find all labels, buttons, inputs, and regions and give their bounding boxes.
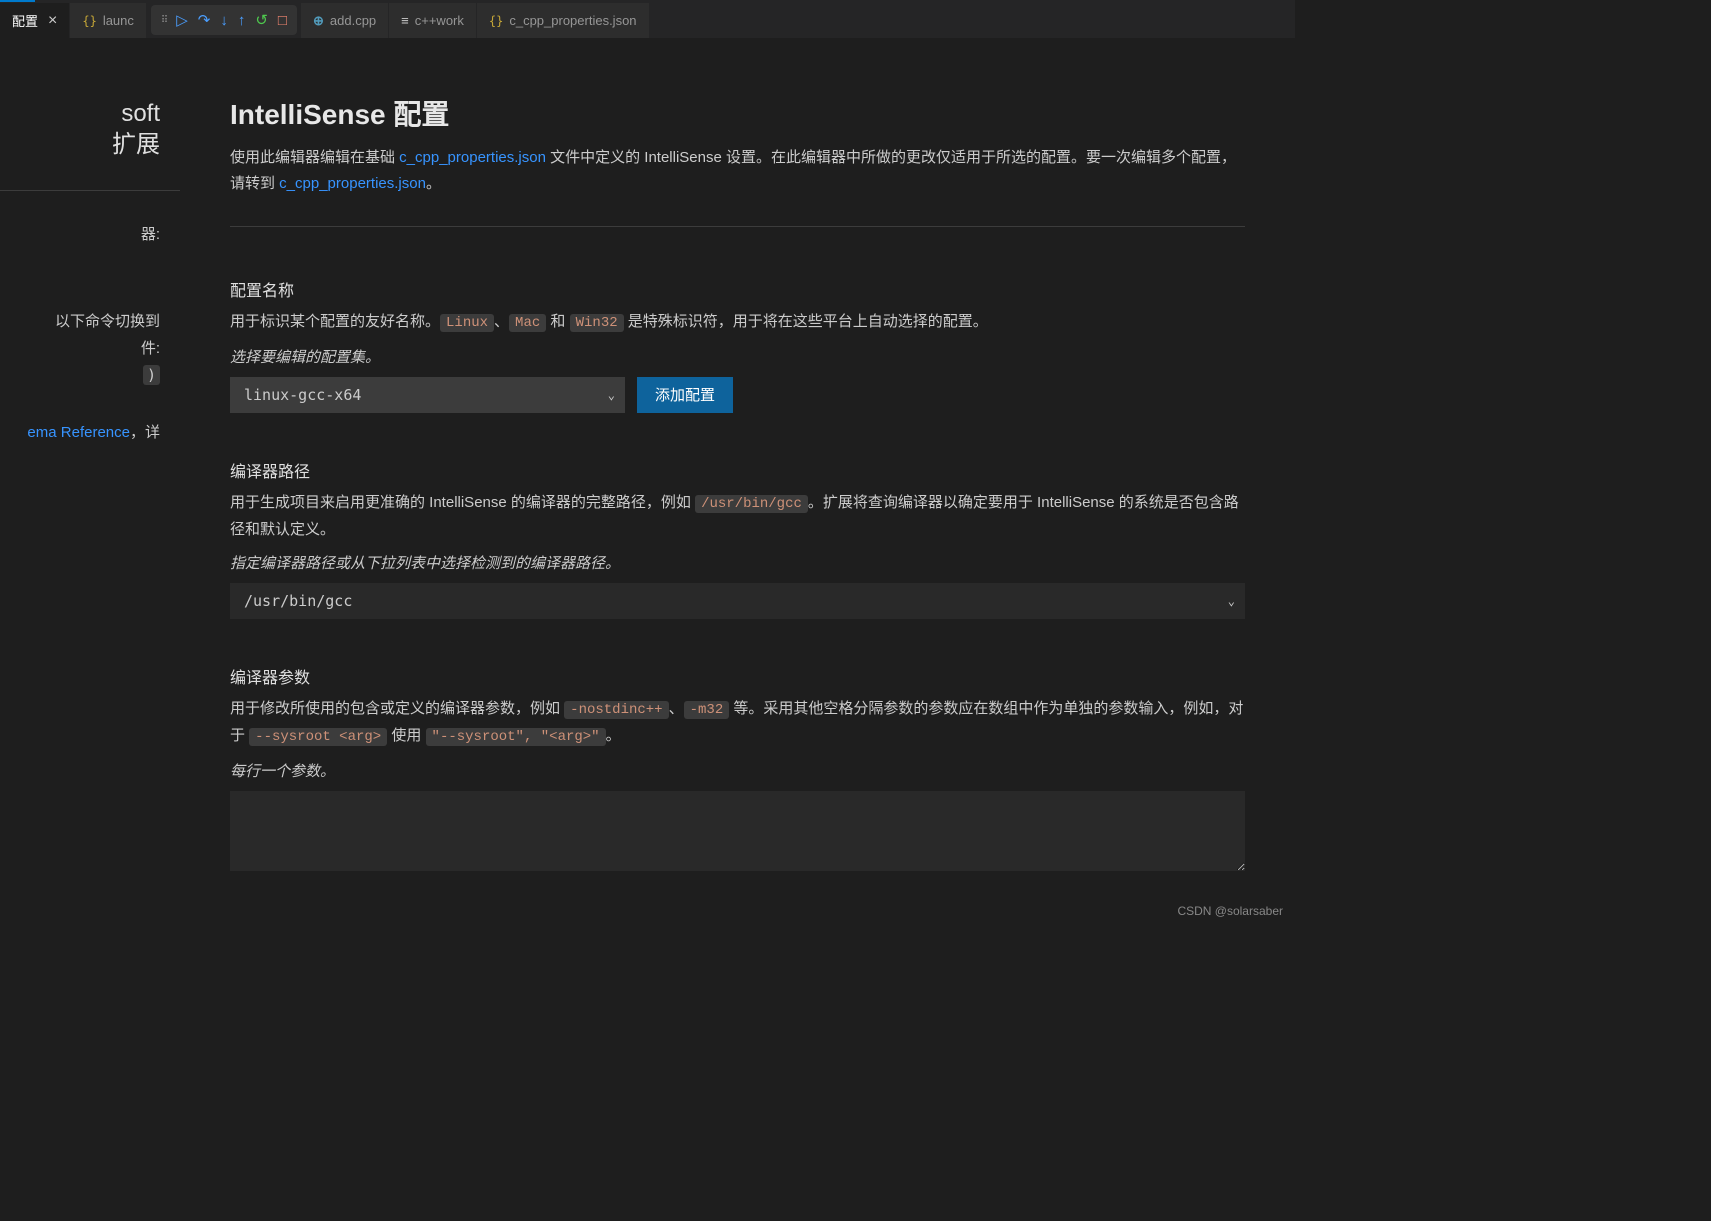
json-icon: {} bbox=[82, 14, 96, 28]
field-label: 编译器参数 bbox=[230, 664, 1245, 688]
field-hint: 指定编译器路径或从下拉列表中选择检测到的编译器路径。 bbox=[230, 552, 1245, 573]
tab-config[interactable]: 配置 × bbox=[0, 3, 70, 38]
step-over-icon[interactable]: ↷ bbox=[198, 11, 211, 29]
page-title: IntelliSense 配置 bbox=[230, 93, 1245, 133]
close-icon[interactable]: × bbox=[48, 12, 57, 30]
tab-add-cpp[interactable]: ⊕ add.cpp bbox=[301, 3, 389, 38]
tab-launch[interactable]: {} launc bbox=[70, 3, 147, 38]
stop-icon[interactable]: □ bbox=[278, 12, 287, 29]
field-label: 配置名称 bbox=[230, 277, 1245, 301]
tab-properties[interactable]: {} c_cpp_properties.json bbox=[477, 3, 650, 38]
tab-label: c_cpp_properties.json bbox=[509, 13, 636, 28]
cpp-icon: ⊕ bbox=[313, 13, 324, 29]
tab-label: 配置 bbox=[12, 11, 38, 30]
grip-icon[interactable]: ⠿ bbox=[161, 15, 166, 26]
compiler-path-section: 编译器路径 用于生成项目来启用更准确的 IntelliSense 的编译器的完整… bbox=[230, 458, 1245, 619]
config-name-section: 配置名称 用于标识某个配置的友好名称。Linux、Mac 和 Win32 是特殊… bbox=[230, 277, 1245, 413]
restart-icon[interactable]: ↺ bbox=[255, 11, 268, 29]
tab-bar: 配置 × {} launc ⠿ ▷ ↷ ↓ ↑ ↺ □ ⊕ add.cpp ≡ … bbox=[0, 3, 1295, 38]
watermark: CSDN @solarsaber bbox=[1177, 904, 1283, 918]
properties-link[interactable]: c_cpp_properties.json bbox=[399, 149, 546, 166]
step-into-icon[interactable]: ↓ bbox=[220, 12, 228, 29]
sidebar: soft 扩展 器: 以下命令切换到 件: ) ema Reference，详 bbox=[0, 38, 180, 924]
tab-label: c++work bbox=[415, 13, 464, 28]
tab-cpp-work[interactable]: ≡ c++work bbox=[389, 3, 477, 38]
step-out-icon[interactable]: ↑ bbox=[238, 12, 246, 29]
config-select[interactable]: linux-gcc-x64 ⌄ bbox=[230, 377, 625, 413]
schema-reference-link[interactable]: ema Reference bbox=[27, 424, 130, 441]
tab-label: launc bbox=[103, 13, 134, 28]
field-hint: 每行一个参数。 bbox=[230, 760, 1245, 781]
chevron-down-icon: ⌄ bbox=[608, 388, 615, 402]
field-description: 用于修改所使用的包含或定义的编译器参数，例如 -nostdinc++、-m32 … bbox=[230, 696, 1245, 750]
add-config-button[interactable]: 添加配置 bbox=[637, 377, 733, 413]
sidebar-text: 器: 以下命令切换到 件: ) ema Reference，详 bbox=[0, 221, 180, 446]
page-description: 使用此编辑器编辑在基础 c_cpp_properties.json 文件中定义的… bbox=[230, 145, 1245, 196]
compiler-path-input[interactable]: /usr/bin/gcc ⌄ bbox=[230, 583, 1245, 619]
field-hint: 选择要编辑的配置集。 bbox=[230, 346, 1245, 367]
field-label: 编译器路径 bbox=[230, 458, 1245, 482]
json-icon: {} bbox=[489, 14, 503, 28]
sidebar-heading: soft 扩展 bbox=[0, 98, 180, 160]
properties-link[interactable]: c_cpp_properties.json bbox=[279, 175, 426, 192]
chevron-down-icon: ⌄ bbox=[1228, 594, 1235, 608]
content-area: IntelliSense 配置 使用此编辑器编辑在基础 c_cpp_proper… bbox=[180, 38, 1295, 924]
field-description: 用于标识某个配置的友好名称。Linux、Mac 和 Win32 是特殊标识符，用… bbox=[230, 309, 1245, 336]
compiler-args-textarea[interactable] bbox=[230, 791, 1245, 871]
tab-label: add.cpp bbox=[330, 13, 376, 28]
continue-icon[interactable]: ▷ bbox=[176, 11, 188, 29]
compiler-args-section: 编译器参数 用于修改所使用的包含或定义的编译器参数，例如 -nostdinc++… bbox=[230, 664, 1245, 874]
list-icon: ≡ bbox=[401, 13, 409, 28]
field-description: 用于生成项目来启用更准确的 IntelliSense 的编译器的完整路径，例如 … bbox=[230, 490, 1245, 542]
debug-toolbar: ⠿ ▷ ↷ ↓ ↑ ↺ □ bbox=[151, 5, 297, 35]
